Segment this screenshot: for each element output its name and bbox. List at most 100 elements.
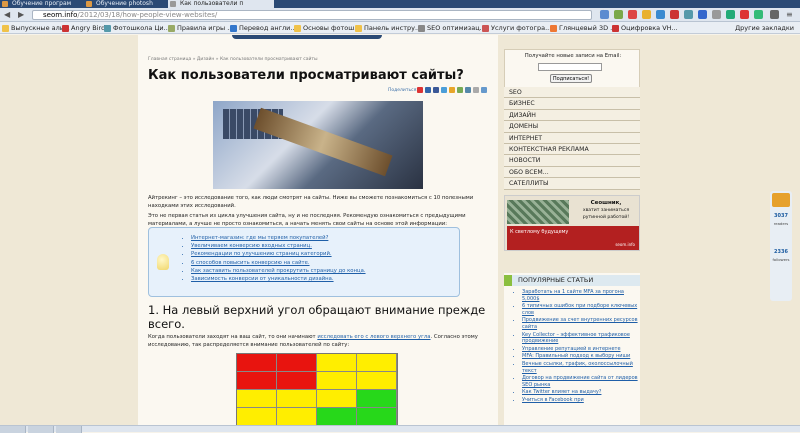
category-menu: SEO БИЗНЕС ДИЗАЙН ДОМЕНЫ ИНТЕРНЕТ КОНТЕК… xyxy=(504,87,640,190)
extension-icon[interactable] xyxy=(600,10,609,19)
ad-banner[interactable]: Сеошник, хватит заниматься рутинной работ… xyxy=(504,195,640,251)
extension-icon[interactable] xyxy=(670,10,679,19)
bookmark-item[interactable]: Angry Birds xyxy=(62,23,109,33)
browser-tab-bar: Обучение програм Обучение photosh Как по… xyxy=(0,0,800,8)
bookmark-item[interactable]: Глянцевый 3D ... xyxy=(550,23,616,33)
satellite-shape xyxy=(253,107,393,177)
heatmap-cell xyxy=(317,408,357,425)
popular-article-link[interactable]: Как Twitter влияет на выдачу? xyxy=(522,389,638,396)
bookmark-item[interactable]: Панель инстру... xyxy=(355,23,421,33)
popular-article-link[interactable]: Заработать на 1 сайте МFA за прогона 5,0… xyxy=(522,289,638,302)
other-bookmarks[interactable]: Другие закладки xyxy=(735,23,794,33)
related-article-link[interactable]: 6 способов повысить конверсию на сайте. xyxy=(191,259,366,267)
share-icon[interactable] xyxy=(473,87,479,93)
folder-icon xyxy=(355,25,362,32)
menu-item-business[interactable]: БИЗНЕС xyxy=(504,98,640,110)
banner-subtitle: хватит заниматься рутинной работой! xyxy=(582,208,630,220)
tab-label: Обучение програм xyxy=(12,0,72,7)
menu-item-satellites[interactable]: САТЕЛЛИТЫ xyxy=(504,178,640,190)
popular-article-link[interactable]: Договор на продвижение сайта от лидеров … xyxy=(522,375,638,388)
heatmap-cell xyxy=(317,372,357,390)
related-article-link[interactable]: Как заставить пользователей прокрутить с… xyxy=(191,267,366,275)
popular-article-link[interactable]: Продвижение за счет внутренних ресурсов … xyxy=(522,317,638,330)
share-icon[interactable] xyxy=(465,87,471,93)
subscribe-button[interactable]: Подписаться! xyxy=(550,74,592,83)
extension-icon[interactable] xyxy=(712,10,721,19)
bookmark-item[interactable]: Основы фотош... xyxy=(294,23,360,33)
page-favicon-icon xyxy=(170,1,176,7)
heatmap-cell xyxy=(317,390,357,408)
menu-item-misc[interactable]: ОБО ВСЕМ... xyxy=(504,166,640,179)
extension-icon[interactable] xyxy=(698,10,707,19)
rss-counter-widget[interactable]: 3037 readers 2336 followers xyxy=(770,191,792,301)
heatmap-cell xyxy=(237,372,277,390)
share-icon[interactable] xyxy=(449,87,455,93)
share-icon[interactable] xyxy=(425,87,431,93)
readers-count: 3037 xyxy=(774,213,788,219)
popular-article-link[interactable]: Вечные ссылки, трафик, околоссылочный те… xyxy=(522,361,638,374)
facebook-icon[interactable] xyxy=(433,87,439,93)
inline-link[interactable]: исследовать его с левого верхнего угла xyxy=(317,334,430,340)
email-field[interactable] xyxy=(538,63,602,71)
menu-item-news[interactable]: НОВОСТИ xyxy=(504,155,640,167)
banner-red-strip: К светлому будущему seom.info xyxy=(507,226,639,250)
menu-item-domains[interactable]: ДОМЕНЫ xyxy=(504,121,640,133)
heatmap-cell xyxy=(357,408,397,425)
wrench-menu-icon[interactable]: ≡ xyxy=(786,10,793,19)
menu-item-internet[interactable]: ИНТЕРНЕТ xyxy=(504,132,640,144)
extension-icon[interactable] xyxy=(770,10,779,19)
popular-article-link[interactable]: 6 типичных ошибок при подборе ключевых с… xyxy=(522,303,638,316)
bookmark-item[interactable]: Услуги фотогра... xyxy=(482,23,551,33)
popular-article-link[interactable]: MFA: Правильный подход к выбору ниши xyxy=(522,353,638,360)
related-articles-box: Интернет-магазин: где мы теряем покупате… xyxy=(148,227,460,297)
banner-image xyxy=(507,200,569,224)
address-bar-row: ◀ ▶ seom.info/2012/03/18/how-people-view… xyxy=(0,8,800,22)
bookmark-item[interactable]: SEO оптимизац... xyxy=(418,23,486,33)
related-article-link[interactable]: Зависимость конверсии от уникальности ди… xyxy=(191,275,366,283)
url-input[interactable]: seom.info/2012/03/18/how-people-view-web… xyxy=(32,10,607,20)
extension-icon[interactable] xyxy=(614,10,623,19)
menu-item-seo[interactable]: SEO xyxy=(504,87,640,99)
menu-item-design[interactable]: ДИЗАЙН xyxy=(504,109,640,122)
share-label: Поделиться: xyxy=(388,88,418,93)
browser-tab[interactable]: Обучение photosh xyxy=(84,0,166,8)
paragraph: Когда пользователи заходят на ваш сайт, … xyxy=(148,334,478,348)
bookmark-item[interactable]: Выпускные аль... xyxy=(2,23,70,33)
bookmark-item[interactable]: Оцифровка VH... xyxy=(612,23,678,33)
back-icon[interactable]: ◀ xyxy=(4,10,10,19)
popular-article-link[interactable]: Key Collector – эффективное трафиковое п… xyxy=(522,332,638,345)
share-icon[interactable] xyxy=(481,87,487,93)
share-icon[interactable] xyxy=(457,87,463,93)
breadcrumb[interactable]: Главная страница » Дизайн » Как пользова… xyxy=(148,57,318,62)
extension-icon[interactable] xyxy=(754,10,763,19)
popular-article-link[interactable]: Учиться в Facebook при xyxy=(522,397,638,404)
forward-icon[interactable]: ▶ xyxy=(18,10,24,19)
extension-icon[interactable] xyxy=(642,10,651,19)
extension-icon[interactable] xyxy=(740,10,749,19)
header-strip xyxy=(232,35,382,39)
extension-icon[interactable] xyxy=(684,10,693,19)
bookmark-item[interactable]: Правила игры ... xyxy=(168,23,233,33)
bookmark-item[interactable]: Перевод англи... xyxy=(230,23,297,33)
extension-icon[interactable] xyxy=(656,10,665,19)
popular-article-link[interactable]: Управление репутацией в интернете xyxy=(522,346,638,353)
related-article-link[interactable]: Интернет-магазин: где мы теряем покупате… xyxy=(191,234,366,242)
extension-icon[interactable] xyxy=(628,10,637,19)
twitter-icon[interactable] xyxy=(441,87,447,93)
menu-item-context-ads[interactable]: КОНТЕКСТНАЯ РЕКЛАМА xyxy=(504,143,640,156)
banner-site: seom.info xyxy=(615,242,635,247)
heatmap-cell xyxy=(277,354,317,372)
url-host: seom.info xyxy=(43,11,78,19)
extension-icon[interactable] xyxy=(726,10,735,19)
related-article-link[interactable]: Рекомендации по улучшению страниц катего… xyxy=(191,250,366,258)
page-favicon-icon xyxy=(2,1,8,7)
bookmark-item[interactable]: Фотошкола Ци... xyxy=(104,23,170,33)
page-icon xyxy=(418,25,425,32)
browser-tab[interactable]: Обучение програм xyxy=(0,0,82,8)
section-heading: 1. На левый верхний угол обращают вниман… xyxy=(148,303,486,331)
attention-heatmap xyxy=(236,353,398,425)
rss-icon xyxy=(772,193,790,207)
browser-tab-active[interactable]: Как пользователи п xyxy=(168,0,274,8)
related-article-link[interactable]: Увеличиваем конверсию входных страниц. xyxy=(191,242,366,250)
share-icon[interactable] xyxy=(417,87,423,93)
